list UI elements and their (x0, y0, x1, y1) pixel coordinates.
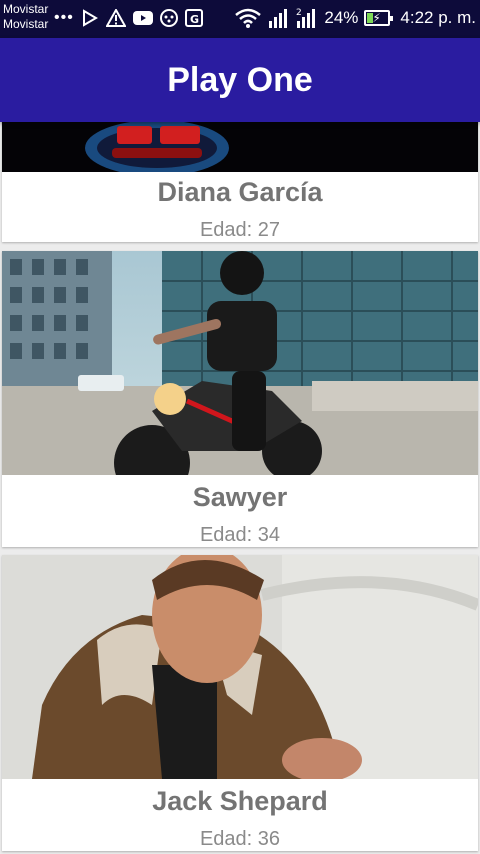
play-store-icon (82, 9, 98, 27)
carrier-1: Movistar (3, 2, 49, 16)
signal-1-icon (269, 9, 288, 28)
profile-age: Edad: 34 (199, 524, 281, 546)
battery-percent: 24% (324, 8, 359, 27)
profile-name: Jack Shepard (152, 786, 328, 816)
warning-icon (105, 9, 126, 27)
profile-card[interactable]: Jack Shepard Edad: 36 (2, 555, 478, 851)
signal-2-icon: 2 (296, 8, 316, 28)
profile-list[interactable]: Diana García Edad: 27 Sawyer Edad: 34 Ja… (0, 122, 480, 854)
wifi-icon (235, 8, 262, 28)
profile-photo (2, 122, 478, 172)
carrier-2: Movistar (3, 17, 49, 31)
game-icon (159, 9, 178, 27)
profile-age: Edad: 27 (199, 219, 281, 241)
battery-icon: ⚡ (364, 10, 394, 26)
profile-name: Diana García (157, 177, 323, 207)
app-title: Play One (167, 60, 313, 99)
profile-photo (2, 555, 478, 779)
profile-age: Edad: 36 (199, 828, 281, 850)
gallery-icon: G (184, 9, 203, 27)
svg-text:2: 2 (296, 8, 302, 18)
svg-text:G: G (190, 13, 199, 26)
profile-card[interactable]: Sawyer Edad: 34 (2, 251, 478, 547)
youtube-icon (132, 11, 153, 25)
man-leather-jacket-image (2, 555, 478, 779)
profile-card[interactable]: Diana García Edad: 27 (2, 122, 478, 242)
status-bar: Movistar Movistar ••• G 2 24% ⚡ 4:22 p. … (0, 0, 480, 38)
motorcycle-rider-image (2, 251, 478, 475)
system-indicators: 2 24% ⚡ 4:22 p. m. (234, 6, 476, 30)
notification-icons: ••• G (54, 8, 203, 28)
clock: 4:22 p. m. (400, 8, 476, 27)
more-icon: ••• (54, 9, 74, 26)
robot-visor-image (2, 122, 478, 172)
app-bar: Play One (0, 38, 480, 122)
profile-name: Sawyer (192, 482, 288, 512)
profile-photo (2, 251, 478, 475)
carrier-labels: Movistar Movistar (3, 2, 48, 32)
